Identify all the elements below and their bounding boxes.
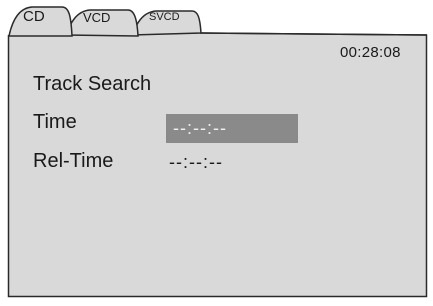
time-input[interactable]: --:--:-- bbox=[166, 114, 298, 143]
tab-cd[interactable]: CD bbox=[23, 9, 45, 24]
playback-time-display: 00:28:08 bbox=[340, 44, 401, 61]
time-label: Time bbox=[33, 111, 77, 133]
tab-vcd[interactable]: VCD bbox=[83, 11, 110, 24]
rel-time-label: Rel-Time bbox=[33, 150, 114, 172]
tab-svcd[interactable]: SVCD bbox=[149, 12, 180, 23]
rel-time-input[interactable]: --:--:-- bbox=[169, 152, 223, 173]
panel-title: Track Search bbox=[33, 73, 152, 95]
track-search-screen: CD VCD SVCD 00:28:08 Track Search Time -… bbox=[0, 0, 433, 306]
